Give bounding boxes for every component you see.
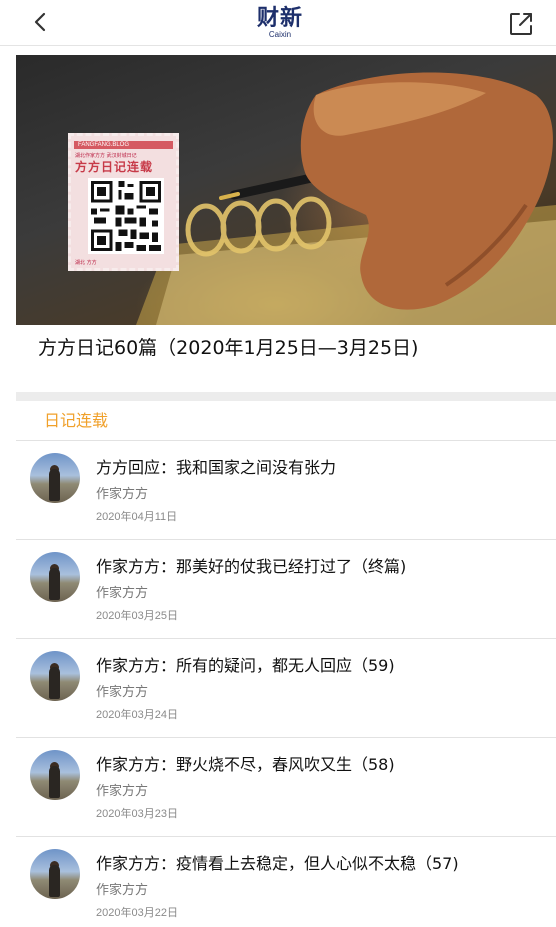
author-avatar [30,750,80,800]
chevron-left-icon [34,12,46,32]
section-header: 日记连载 [16,401,556,441]
poster-title: 方方日记连载 [75,160,154,174]
section-divider [16,392,556,401]
diary-list: 方方回应：我和国家之间没有张力 作家方方 2020年04月11日 作家方方：那美… [16,441,556,927]
item-title: 作家方方：所有的疑问，都无人回应（59) [96,656,395,675]
hero-banner-image[interactable]: FANGFANG.BLOG 湖北作家方方 武汉封城日记 方方日记连载 湖北 方方 [16,55,556,325]
logo-english: Caixin [268,30,292,39]
poster-subtitle: 湖北作家方方 武汉封城日记 [75,153,137,159]
poster-footer: 湖北 方方 [75,260,97,266]
item-date: 2020年04月11日 [96,511,178,523]
share-external-icon [510,13,532,35]
poster-brand-bar: FANGFANG.BLOG [74,141,173,149]
list-item[interactable]: 作家方方：疫情看上去稳定，但人心似不太稳（57) 作家方方 2020年03月22… [16,837,556,927]
item-author: 作家方方 [96,586,149,601]
item-date: 2020年03月25日 [96,610,178,622]
item-title: 作家方方：那美好的仗我已经打过了（终篇) [96,557,407,576]
item-title: 作家方方：疫情看上去稳定，但人心似不太稳（57) [96,854,459,873]
item-author: 作家方方 [96,784,149,799]
item-author: 作家方方 [96,883,149,898]
section-title: 日记连载 [44,411,109,430]
item-author: 作家方方 [96,685,149,700]
list-item[interactable]: 方方回应：我和国家之间没有张力 作家方方 2020年04月11日 [16,441,556,540]
qr-code-poster: FANGFANG.BLOG 湖北作家方方 武汉封城日记 方方日记连载 湖北 方方 [68,133,179,271]
share-button[interactable] [507,10,535,38]
list-item[interactable]: 作家方方：所有的疑问，都无人回应（59) 作家方方 2020年03月24日 [16,639,556,738]
item-date: 2020年03月24日 [96,709,178,721]
author-avatar [30,552,80,602]
item-author: 作家方方 [96,487,149,502]
article-title[interactable]: 方方日记60篇（2020年1月25日—3月25日) [38,335,538,361]
qr-code-icon [88,178,164,254]
caixin-logo[interactable]: 财新 Caixin [240,6,320,42]
author-avatar [30,849,80,899]
poster-brand: FANGFANG.BLOG [78,142,130,148]
author-avatar [30,651,80,701]
back-button[interactable] [28,9,54,35]
list-item[interactable]: 作家方方：野火烧不尽，春风吹又生（58) 作家方方 2020年03月23日 [16,738,556,837]
item-title: 作家方方：野火烧不尽，春风吹又生（58) [96,755,395,774]
top-bar: 财新 Caixin [0,0,556,46]
item-date: 2020年03月23日 [96,808,178,820]
author-avatar [30,453,80,503]
item-date: 2020年03月22日 [96,907,178,919]
logo-chinese: 财新 [256,5,303,31]
list-item[interactable]: 作家方方：那美好的仗我已经打过了（终篇) 作家方方 2020年03月25日 [16,540,556,639]
item-title: 方方回应：我和国家之间没有张力 [96,458,337,477]
